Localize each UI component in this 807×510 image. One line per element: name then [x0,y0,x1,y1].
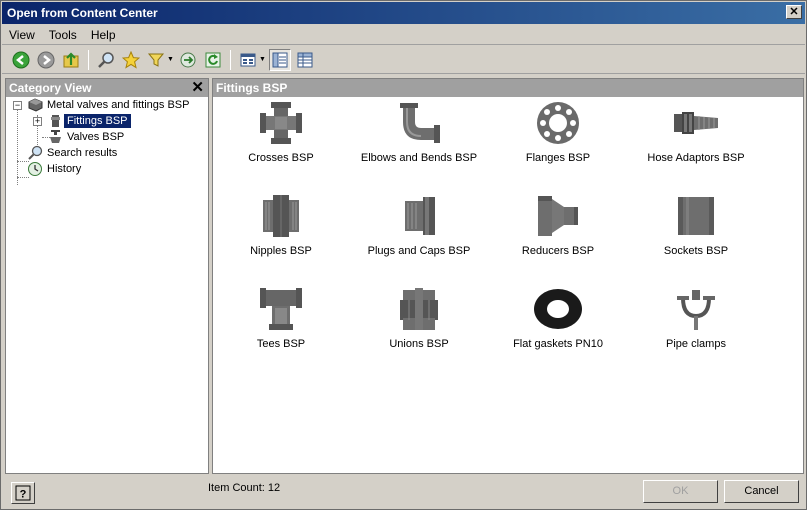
menu-tools[interactable]: Tools [42,28,84,42]
content-item[interactable]: Reducers BSP [488,193,628,257]
category-view-header: Category View ✕ [6,79,208,97]
help-icon: ? [15,485,31,501]
content-panel: Fittings BSP Crosses BSP Elbows and Bend… [212,78,804,474]
menu-view[interactable]: View [2,28,42,42]
content-item[interactable]: Crosses BSP [211,100,351,164]
close-panel-icon[interactable]: ✕ [191,79,204,97]
flat-gasket-icon [534,289,582,329]
tree-item-metal-valves[interactable]: Metal valves and fittings BSP [26,97,192,113]
content-item-label: Tees BSP [256,338,306,350]
valve-icon [50,130,61,143]
content-item[interactable]: Hose Adaptors BSP [626,100,766,164]
content-item[interactable]: Nipples BSP [211,193,351,257]
content-item[interactable]: Plugs and Caps BSP [349,193,489,257]
tree-line [17,177,29,178]
tree-expander-collapse[interactable]: − [13,101,22,110]
close-window-button[interactable]: ✕ [786,5,802,19]
view-options-icon[interactable] [237,49,259,71]
back-icon[interactable] [10,49,32,71]
cancel-button[interactable]: Cancel [724,480,799,503]
help-button[interactable]: ? [11,482,35,504]
tree-item-label: Search results [47,147,118,159]
refresh-icon[interactable] [202,49,224,71]
tree-line [17,109,18,185]
tree-item-history[interactable]: History [26,161,84,177]
content-center-dialog: Open from Content Center ✕ View Tools He… [0,0,807,510]
union-icon [400,288,438,330]
metal-valve-icon [28,98,43,112]
content-item[interactable]: Flanges BSP [488,100,628,164]
tree-item-label: Valves BSP [67,131,125,143]
tee-fitting-icon [260,288,302,330]
hose-adaptor-icon [674,112,718,134]
up-folder-icon[interactable] [60,49,82,71]
content-item[interactable]: Unions BSP [349,286,489,350]
flange-icon [537,102,579,144]
fitting-icon [51,115,60,127]
tree-item-label: Metal valves and fittings BSP [47,99,190,111]
window-title: Open from Content Center [7,6,158,20]
dialog-footer: ? Item Count: 12 OK Cancel [2,477,805,509]
tree-item-search-results[interactable]: Search results [26,145,120,161]
tree-item-valves-bsp[interactable]: Valves BSP [48,129,127,145]
history-icon [28,162,42,176]
cross-fitting-icon [260,102,302,144]
elbow-fitting-icon [400,103,440,143]
content-item-label: Elbows and Bends BSP [360,152,478,164]
favorites-star-icon[interactable] [120,49,142,71]
content-item-label: Sockets BSP [663,245,729,257]
title-bar: Open from Content Center ✕ [2,2,805,24]
ok-button[interactable]: OK [643,480,718,503]
search-icon[interactable] [95,49,117,71]
content-panel-header: Fittings BSP [213,79,803,97]
content-item-label: Crosses BSP [248,152,314,164]
content-item-label: Plugs and Caps BSP [367,245,471,257]
tree-view-icon[interactable] [268,48,291,71]
socket-icon [678,197,714,235]
content-item-label: Reducers BSP [521,245,595,257]
refresh-link-icon[interactable] [177,49,199,71]
content-item[interactable]: Pipe clamps [626,286,766,350]
content-item-label: Hose Adaptors BSP [647,152,745,164]
tree-item-label: Fittings BSP [64,114,131,128]
category-view-panel: Category View ✕ − Metal valves and fitti… [5,78,209,474]
pipe-clamp-icon [677,290,715,330]
nipple-icon [263,195,299,237]
reducer-icon [538,196,578,236]
table-view-icon[interactable] [294,49,316,71]
content-item[interactable]: Tees BSP [211,286,351,350]
content-item-label: Flanges BSP [525,152,591,164]
category-view-title: Category View [9,81,92,95]
content-panel-title: Fittings BSP [216,81,288,95]
filter-icon[interactable] [145,49,167,71]
toolbar-separator [229,49,231,70]
tree-item-label: History [47,163,82,175]
category-tree: − Metal valves and fittings BSP + Fittin… [6,97,208,473]
content-item-label: Nipples BSP [250,245,312,257]
tree-item-fittings-bsp[interactable]: Fittings BSP [48,113,131,129]
content-item-label: Flat gaskets PN10 [513,338,603,350]
content-item[interactable]: Flat gaskets PN10 [488,286,628,350]
search-results-icon [28,145,43,160]
item-count: Item Count: 12 [208,482,281,494]
filter-dropdown-icon[interactable]: ▼ [167,56,174,63]
forward-icon[interactable] [35,49,57,71]
content-item-label: Pipe clamps [666,338,726,350]
toolbar: ▼ ▼ [2,46,805,74]
content-item[interactable]: Sockets BSP [626,193,766,257]
menu-help[interactable]: Help [84,28,123,42]
tree-expander-expand[interactable]: + [33,117,42,126]
view-dropdown-icon[interactable]: ▼ [259,56,266,63]
content-items-grid: Crosses BSP Elbows and Bends BSP Flanges… [213,97,803,473]
svg-text:?: ? [20,489,27,501]
toolbar-separator [88,49,89,70]
menu-bar: View Tools Help [2,25,805,45]
content-item-label: Unions BSP [389,338,449,350]
content-item[interactable]: Elbows and Bends BSP [349,100,489,164]
plug-cap-icon [405,197,435,235]
